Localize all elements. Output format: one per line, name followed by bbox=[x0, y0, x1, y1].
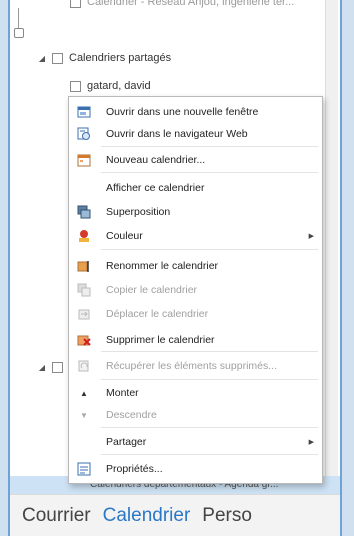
menu-separator bbox=[101, 351, 318, 352]
checkbox[interactable] bbox=[52, 362, 63, 373]
submenu-arrow-icon: ▶ bbox=[308, 233, 314, 240]
menu-item-label: Copier le calendrier bbox=[106, 284, 198, 296]
properties-icon bbox=[77, 462, 91, 476]
menu-item-move: Déplacer le calendrier bbox=[69, 303, 322, 325]
color-icon bbox=[77, 229, 91, 243]
menu-item-label: Ouvrir dans le navigateur Web bbox=[106, 128, 248, 140]
nav-people[interactable]: Perso bbox=[202, 505, 252, 527]
menu-item-label: Afficher ce calendrier bbox=[106, 182, 205, 194]
move-icon bbox=[77, 307, 91, 321]
menu-item-recover-deleted: Récupérer les éléments supprimés... bbox=[69, 355, 322, 377]
menu-item-overlay[interactable]: Superposition bbox=[69, 201, 322, 223]
move-up-icon: ▲ bbox=[80, 388, 88, 398]
menu-item-share[interactable]: Partager ▶ bbox=[69, 431, 322, 453]
menu-item-move-up[interactable]: ▲ Monter bbox=[69, 382, 322, 404]
tree-group-collapsed[interactable]: ◢ bbox=[38, 362, 63, 373]
tree-item-label: Calendrier - Réseau Anjou, ingénierie te… bbox=[87, 0, 295, 8]
overlay-icon bbox=[77, 205, 91, 219]
delete-icon bbox=[77, 333, 91, 347]
rename-icon bbox=[77, 259, 91, 273]
menu-item-label: Récupérer les éléments supprimés... bbox=[106, 360, 277, 372]
menu-item-properties[interactable]: Propriétés... bbox=[69, 458, 322, 480]
web-browser-icon bbox=[77, 127, 91, 141]
menu-separator bbox=[101, 172, 318, 173]
tree-item-calendar[interactable]: Calendrier - Réseau Anjou, ingénierie te… bbox=[70, 0, 294, 8]
resize-handle[interactable] bbox=[14, 28, 24, 38]
tree-item-label: gatard, david bbox=[87, 80, 151, 92]
menu-item-label: Supprimer le calendrier bbox=[106, 334, 215, 346]
menu-item-label: Nouveau calendrier... bbox=[106, 154, 206, 166]
tree-item-user-calendar[interactable]: gatard, david bbox=[70, 80, 151, 92]
collapse-triangle-icon[interactable]: ◢ bbox=[38, 54, 46, 63]
menu-item-label: Monter bbox=[106, 387, 139, 399]
menu-separator bbox=[101, 146, 318, 147]
menu-separator bbox=[101, 454, 318, 455]
menu-item-new-calendar[interactable]: Nouveau calendrier... bbox=[69, 149, 322, 171]
checkbox[interactable] bbox=[52, 52, 63, 64]
new-calendar-icon bbox=[77, 153, 91, 167]
vertical-scrollbar[interactable] bbox=[325, 0, 338, 490]
collapse-triangle-icon[interactable]: ◢ bbox=[38, 363, 46, 372]
tree-group-shared-calendars[interactable]: ◢ Calendriers partagés bbox=[38, 52, 171, 64]
new-window-icon bbox=[77, 105, 91, 119]
context-menu: Ouvrir dans une nouvelle fenêtre Ouvrir … bbox=[68, 96, 323, 484]
menu-separator bbox=[101, 249, 318, 250]
menu-item-show-calendar[interactable]: Afficher ce calendrier bbox=[69, 177, 322, 199]
navigation-bar: Courrier Calendrier Perso bbox=[10, 494, 340, 536]
menu-item-label: Propriétés... bbox=[106, 463, 163, 475]
menu-separator bbox=[101, 427, 318, 428]
menu-item-color[interactable]: Couleur ▶ bbox=[69, 225, 322, 247]
menu-item-delete[interactable]: Supprimer le calendrier bbox=[69, 329, 322, 351]
copy-icon bbox=[77, 283, 91, 297]
menu-item-label: Ouvrir dans une nouvelle fenêtre bbox=[106, 106, 259, 118]
menu-item-move-down: ▼ Descendre bbox=[69, 404, 322, 426]
menu-item-rename[interactable]: Renommer le calendrier bbox=[69, 255, 322, 277]
menu-item-label: Superposition bbox=[106, 206, 171, 218]
move-down-icon: ▼ bbox=[80, 410, 88, 420]
menu-item-open-browser[interactable]: Ouvrir dans le navigateur Web bbox=[69, 123, 322, 145]
checkbox[interactable] bbox=[70, 80, 81, 92]
menu-item-copy: Copier le calendrier bbox=[69, 279, 322, 301]
menu-item-label: Descendre bbox=[106, 409, 157, 421]
checkbox[interactable] bbox=[70, 0, 81, 8]
submenu-arrow-icon: ▶ bbox=[308, 439, 314, 446]
nav-calendar[interactable]: Calendrier bbox=[103, 505, 191, 527]
menu-item-label: Déplacer le calendrier bbox=[106, 308, 209, 320]
tree-connector-line bbox=[18, 8, 19, 28]
menu-item-label: Renommer le calendrier bbox=[106, 260, 219, 272]
menu-item-label: Partager bbox=[106, 436, 147, 448]
menu-item-open-new-window[interactable]: Ouvrir dans une nouvelle fenêtre bbox=[69, 101, 322, 123]
menu-separator bbox=[101, 379, 318, 380]
recover-icon bbox=[77, 359, 91, 373]
tree-group-label: Calendriers partagés bbox=[69, 52, 172, 64]
menu-item-label: Couleur bbox=[106, 230, 143, 242]
nav-mail[interactable]: Courrier bbox=[22, 505, 91, 527]
